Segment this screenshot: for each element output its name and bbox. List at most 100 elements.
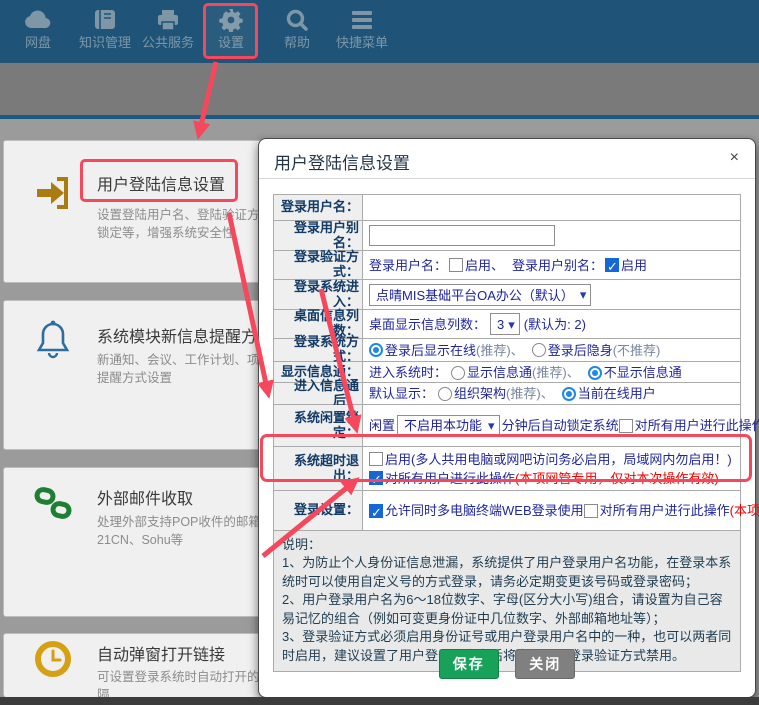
invisible-option-text: 登录后隐身: [548, 341, 613, 360]
timeout-enable-text: 启用(多人共用电脑或网吧访问务必启用，局域网内勿启用！): [385, 450, 732, 469]
multi-terminal-checkbox[interactable]: [369, 504, 383, 518]
cloud-icon: [23, 8, 53, 34]
row-session-timeout: 系统超时退出： 启用(多人共用电脑或网吧访问务必启用，局域网内勿启用！) 对所有…: [274, 447, 740, 491]
close-button[interactable]: 关闭: [515, 649, 575, 679]
login-username-value[interactable]: [363, 195, 740, 220]
row-entry-system: 登录系统进入： 点晴MIS基础平台OA办公（默认）: [274, 280, 740, 310]
online-users-text: 当前在线用户: [578, 384, 656, 403]
hide-messenger-text: 不显示信息通: [604, 363, 682, 382]
columns-text: 桌面显示信息列数：: [369, 315, 486, 334]
login-alias-input[interactable]: [369, 225, 555, 246]
card-desc: 锁定等，增强系统安全性: [97, 222, 235, 241]
invisible-radio[interactable]: [532, 343, 546, 357]
enable-text: 启用、: [465, 256, 504, 275]
gear-icon: [218, 8, 244, 34]
idle-all-users-checkbox[interactable]: [619, 419, 633, 433]
row-verify-method: 登录验证方式： 登录用户名： 启用、 登录用户别名： 启用: [274, 251, 740, 280]
row-label: 登录系统方式：: [274, 339, 363, 361]
nav-label: 快捷菜单: [336, 36, 388, 50]
all-users-text: 对所有用户进行此操作: [635, 416, 759, 435]
timeout-all-users-checkbox[interactable]: [369, 471, 383, 485]
row-login-other-settings: 登录设置： 允许同时多电脑终端WEB登录使用 对所有用户进行此操作 (本项网管专…: [274, 491, 740, 531]
entry-system-selected: 点晴MIS基础平台OA办公（默认）: [376, 285, 574, 304]
card-desc: 提醒方式设置: [97, 367, 172, 386]
dialog-buttons: 保存 关闭: [259, 649, 755, 679]
screen: 网盘 知识管理 公共服务 设置 帮助: [0, 0, 759, 705]
admin-only-warning: (本项网管专用，仅对本次操作有效): [515, 469, 719, 488]
show-messenger-text: 显示信息通: [467, 363, 532, 382]
nav-item-settings[interactable]: 设置: [218, 8, 244, 50]
row-label: 进入信息通后：: [274, 383, 363, 404]
nav-item-knowledge[interactable]: 知识管理: [79, 8, 131, 50]
verify-alias-checkbox[interactable]: [605, 258, 619, 272]
row-login-mode: 登录系统方式： 登录后显示在线 (推荐)、 登录后隐身 (不推荐): [274, 339, 740, 362]
all-users-text: 对所有用户进行此操作: [385, 469, 515, 488]
online-radio[interactable]: [369, 343, 383, 357]
option-note: (推荐)、: [476, 341, 524, 360]
org-structure-text: 组织架构: [454, 384, 506, 403]
multi-terminal-text: 允许同时多电脑终端WEB登录使用: [385, 501, 584, 520]
nav-label: 帮助: [284, 36, 310, 50]
show-messenger-radio[interactable]: [451, 366, 465, 380]
card-desc: 21CN、Sohu等: [97, 529, 183, 548]
card-title[interactable]: 外部邮件收取: [97, 485, 193, 509]
idle-minutes-select[interactable]: 不启用本功能: [397, 415, 500, 437]
columns-selected: 3: [497, 315, 504, 334]
dialog-header: 用户登陆信息设置 ×: [259, 139, 755, 179]
row-idle-lock: 系统闲置锁定： 闲置 不启用本功能 分钟后自动锁定系统 对所有用户进行此操作 (…: [274, 405, 740, 447]
row-label: 登录用户别名：: [274, 221, 363, 250]
card-title[interactable]: 系统模块新信息提醒方: [97, 323, 257, 347]
other-all-users-checkbox[interactable]: [584, 504, 598, 518]
on-enter-text: 进入系统时：: [369, 363, 447, 382]
dialog-title: 用户登陆信息设置: [274, 149, 410, 174]
menu-icon: [336, 8, 388, 34]
verify-username-checkbox[interactable]: [449, 258, 463, 272]
nav-label: 公共服务: [142, 36, 194, 50]
settings-table: 登录用户名： 登录用户别名： 登录验证方式： 登录用户名： 启用、 登录用户别名…: [273, 194, 741, 672]
row-label: 系统闲置锁定：: [274, 405, 363, 446]
card-title[interactable]: 用户登陆信息设置: [97, 171, 225, 195]
nav-label: 设置: [218, 36, 244, 50]
backdrop-bottom: [0, 697, 759, 705]
sub-navbar: [0, 63, 759, 115]
card-desc: 新通知、会议、工作计划、项: [97, 349, 260, 368]
row-after-messenger: 进入信息通后： 默认显示： 组织架构 (推荐)、 当前在线用户: [274, 383, 740, 405]
timeout-enable-checkbox[interactable]: [369, 452, 383, 466]
nav-item-help[interactable]: 帮助: [284, 8, 310, 50]
row-label: 系统超时退出：: [274, 447, 363, 490]
nav-label: 网盘: [23, 36, 53, 50]
entry-system-select[interactable]: 点晴MIS基础平台OA办公（默认）: [369, 284, 591, 306]
admin-only-warning: (本项网管专用，仅对本次操作有效): [730, 501, 759, 520]
chain-link-icon: [32, 484, 74, 529]
online-option-text: 登录后显示在线: [385, 341, 476, 360]
card-desc: 可设置登录系统时自动打开的链: [97, 666, 272, 685]
enable-text: 启用: [621, 256, 647, 275]
hide-messenger-radio[interactable]: [588, 366, 602, 380]
columns-select[interactable]: 3: [490, 313, 520, 335]
close-icon[interactable]: ×: [730, 149, 739, 167]
nav-item-quickmenu[interactable]: 快捷菜单: [336, 8, 388, 50]
online-users-radio[interactable]: [562, 387, 576, 401]
notes-title: 说明：: [282, 536, 732, 554]
verify-alias-text: 登录用户别名：: [512, 256, 603, 275]
card-title[interactable]: 自动弹窗打开链接: [97, 641, 225, 665]
search-icon: [284, 8, 310, 34]
idle-suffix-text: 分钟后自动锁定系统: [502, 416, 619, 435]
row-login-alias: 登录用户别名：: [274, 221, 740, 251]
idle-minutes-selected: 不启用本功能: [404, 416, 482, 435]
clock-icon: [32, 639, 74, 684]
row-label: 登录用户名：: [274, 195, 363, 220]
idle-text: 闲置: [369, 416, 395, 435]
default-show-text: 默认显示：: [369, 384, 434, 403]
row-label: 登录设置：: [274, 491, 363, 530]
org-structure-radio[interactable]: [438, 387, 452, 401]
row-label: 登录验证方式：: [274, 251, 363, 279]
book-icon: [79, 8, 131, 34]
verify-username-text: 登录用户名：: [369, 256, 447, 275]
nav-item-services[interactable]: 公共服务: [142, 8, 194, 50]
top-navbar: 网盘 知识管理 公共服务 设置 帮助: [0, 0, 759, 63]
nav-item-netdisk[interactable]: 网盘: [23, 8, 53, 50]
save-button[interactable]: 保存: [439, 649, 499, 679]
card-desc: 处理外部支持POP收件的邮箱中: [97, 511, 273, 530]
option-note: (推荐)、: [506, 384, 554, 403]
